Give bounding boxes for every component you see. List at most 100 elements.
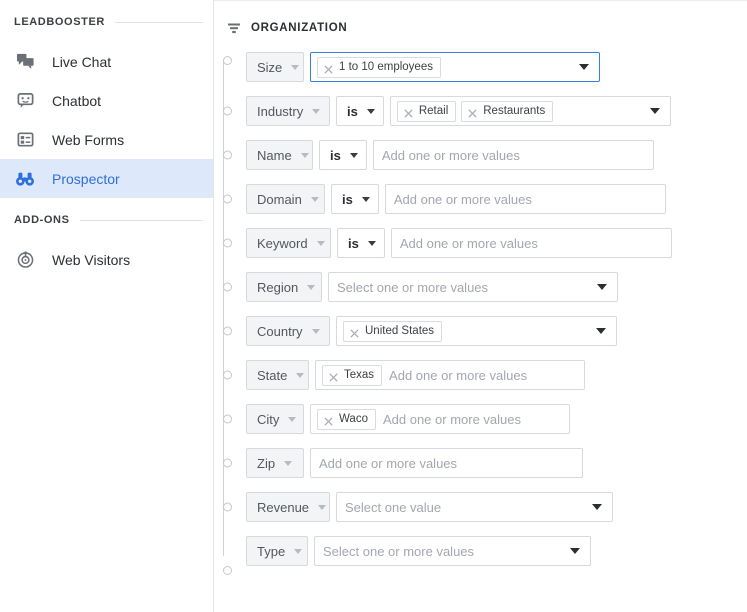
filter-row-node-icon[interactable] bbox=[223, 458, 232, 468]
dropdown-arrow-icon[interactable] bbox=[649, 108, 660, 114]
chip-remove-icon[interactable] bbox=[328, 370, 339, 382]
operator-select-industry[interactable]: is bbox=[336, 96, 384, 126]
value-chip[interactable]: United States bbox=[343, 320, 443, 342]
value-input-domain[interactable]: Add one or more values bbox=[384, 184, 666, 214]
operator-select-label: is bbox=[342, 191, 353, 207]
filter-row-node-icon[interactable] bbox=[223, 56, 232, 65]
chevron-down-icon bbox=[349, 152, 358, 158]
value-input-state[interactable]: Texas Add one or more values bbox=[315, 360, 585, 390]
value-input-placeholder: Add one or more values bbox=[381, 147, 520, 163]
chevron-down-icon bbox=[300, 152, 309, 158]
filter-row-node-icon[interactable] bbox=[223, 370, 232, 380]
value-chip-label: Texas bbox=[344, 369, 375, 381]
field-select-keyword[interactable]: Keyword bbox=[246, 228, 331, 258]
operator-select-domain[interactable]: is bbox=[331, 184, 379, 214]
value-input-type[interactable]: Select one or more values bbox=[314, 536, 591, 566]
filter-row: Domain is Add one or more values bbox=[223, 177, 747, 221]
value-chip[interactable]: Restaurants bbox=[461, 100, 554, 122]
sidebar-item-prospector[interactable]: Prospector bbox=[0, 159, 213, 198]
chip-remove-icon[interactable] bbox=[323, 62, 334, 74]
dropdown-arrow-icon[interactable] bbox=[579, 64, 589, 70]
connector-line bbox=[223, 62, 224, 556]
field-select-type[interactable]: Type bbox=[246, 536, 308, 566]
field-select-size[interactable]: Size bbox=[246, 52, 304, 82]
sidebar-item-web-visitors[interactable]: Web Visitors bbox=[0, 240, 213, 279]
field-select-city[interactable]: City bbox=[246, 404, 304, 434]
binoculars-icon bbox=[14, 168, 36, 190]
operator-select-label: is bbox=[348, 235, 359, 251]
field-select-name[interactable]: Name bbox=[246, 140, 313, 170]
filter-rows: Size 1 to 10 employees Industry is Retail Res… bbox=[214, 45, 747, 575]
field-select-label: Keyword bbox=[257, 235, 308, 251]
chevron-down-icon bbox=[316, 240, 325, 246]
operator-select-keyword[interactable]: is bbox=[337, 228, 385, 258]
filter-row-node-icon[interactable] bbox=[223, 326, 232, 336]
sidebar-group-header-leadbooster: LEADBOOSTER bbox=[0, 12, 213, 32]
chevron-down-icon bbox=[312, 108, 321, 114]
filter-row-node-icon[interactable] bbox=[223, 502, 232, 512]
value-chip-label: United States bbox=[365, 325, 435, 337]
value-input-revenue[interactable]: Select one value bbox=[336, 492, 613, 522]
value-input-city[interactable]: Waco Add one or more values bbox=[310, 404, 570, 434]
value-chip[interactable]: Retail bbox=[396, 100, 457, 122]
field-select-label: Domain bbox=[257, 191, 302, 207]
value-chip-label: Retail bbox=[418, 105, 449, 117]
value-input-placeholder: Add one or more values bbox=[319, 455, 458, 471]
filter-row-node-icon[interactable] bbox=[223, 150, 232, 160]
field-select-industry[interactable]: Industry bbox=[246, 96, 330, 126]
value-input-placeholder: Add one or more values bbox=[389, 367, 528, 383]
value-input-keyword[interactable]: Add one or more values bbox=[390, 228, 672, 258]
value-input-country[interactable]: United States bbox=[336, 316, 617, 346]
field-select-label: Type bbox=[257, 543, 286, 559]
chip-remove-icon[interactable] bbox=[403, 106, 414, 118]
filter-row-node-icon[interactable] bbox=[223, 414, 232, 424]
chevron-down-icon bbox=[307, 284, 316, 290]
filter-row: Zip Add one or more values bbox=[223, 441, 747, 485]
field-select-revenue[interactable]: Revenue bbox=[246, 492, 330, 522]
field-select-label: Region bbox=[257, 279, 299, 295]
filter-rows-host: Size 1 to 10 employees Industry is Retail Res… bbox=[223, 45, 747, 575]
sidebar-item-chatbot[interactable]: Chatbot bbox=[0, 81, 213, 120]
operator-select-name[interactable]: is bbox=[319, 140, 367, 170]
filter-row: Type Select one or more values bbox=[223, 529, 747, 575]
value-input-placeholder: Add one or more values bbox=[399, 235, 538, 251]
filter-row: Keyword is Add one or more values bbox=[223, 221, 747, 265]
field-select-state[interactable]: State bbox=[246, 360, 309, 390]
sidebar-item-web-forms[interactable]: Web Forms bbox=[0, 120, 213, 159]
field-select-label: Country bbox=[257, 323, 303, 339]
dropdown-arrow-icon[interactable] bbox=[592, 504, 602, 510]
field-select-country[interactable]: Country bbox=[246, 316, 330, 346]
value-input-zip[interactable]: Add one or more values bbox=[310, 448, 583, 478]
chevron-down-icon bbox=[367, 240, 376, 246]
filter-row: Country United States bbox=[223, 309, 747, 353]
dropdown-arrow-icon[interactable] bbox=[596, 328, 606, 334]
value-chip[interactable]: Texas bbox=[322, 364, 383, 386]
dropdown-arrow-icon[interactable] bbox=[597, 284, 607, 290]
sidebar-item-label: Web Forms bbox=[52, 131, 125, 148]
value-input-placeholder: Select one or more values bbox=[323, 543, 475, 559]
filter-row: Size 1 to 10 employees bbox=[223, 45, 747, 89]
filter-row-node-icon[interactable] bbox=[223, 194, 232, 204]
filter-row-node-icon[interactable] bbox=[223, 238, 232, 248]
field-select-zip[interactable]: Zip bbox=[246, 448, 304, 478]
value-input-size[interactable]: 1 to 10 employees bbox=[310, 52, 600, 82]
filter-row-node-icon[interactable] bbox=[223, 566, 232, 575]
value-chip[interactable]: Waco bbox=[317, 408, 376, 430]
chip-remove-icon[interactable] bbox=[323, 414, 334, 426]
chip-remove-icon[interactable] bbox=[349, 326, 360, 338]
field-select-region[interactable]: Region bbox=[246, 272, 322, 302]
dropdown-arrow-icon[interactable] bbox=[570, 548, 580, 554]
chevron-down-icon bbox=[318, 504, 327, 510]
chip-remove-icon[interactable] bbox=[467, 106, 478, 118]
sidebar-item-live-chat[interactable]: Live Chat bbox=[0, 42, 213, 81]
sidebar-group-header-add-ons: ADD-ONS bbox=[0, 210, 213, 230]
value-input-industry[interactable]: Retail Restaurants bbox=[389, 96, 671, 126]
value-input-name[interactable]: Add one or more values bbox=[372, 140, 654, 170]
value-input-region[interactable]: Select one or more values bbox=[328, 272, 618, 302]
section-title: ORGANIZATION bbox=[251, 22, 348, 34]
filter-row-node-icon[interactable] bbox=[223, 282, 232, 292]
filter-row-node-icon[interactable] bbox=[223, 106, 232, 116]
field-select-domain[interactable]: Domain bbox=[246, 184, 325, 214]
value-chip[interactable]: 1 to 10 employees bbox=[317, 56, 441, 78]
operator-select-label: is bbox=[347, 103, 358, 119]
